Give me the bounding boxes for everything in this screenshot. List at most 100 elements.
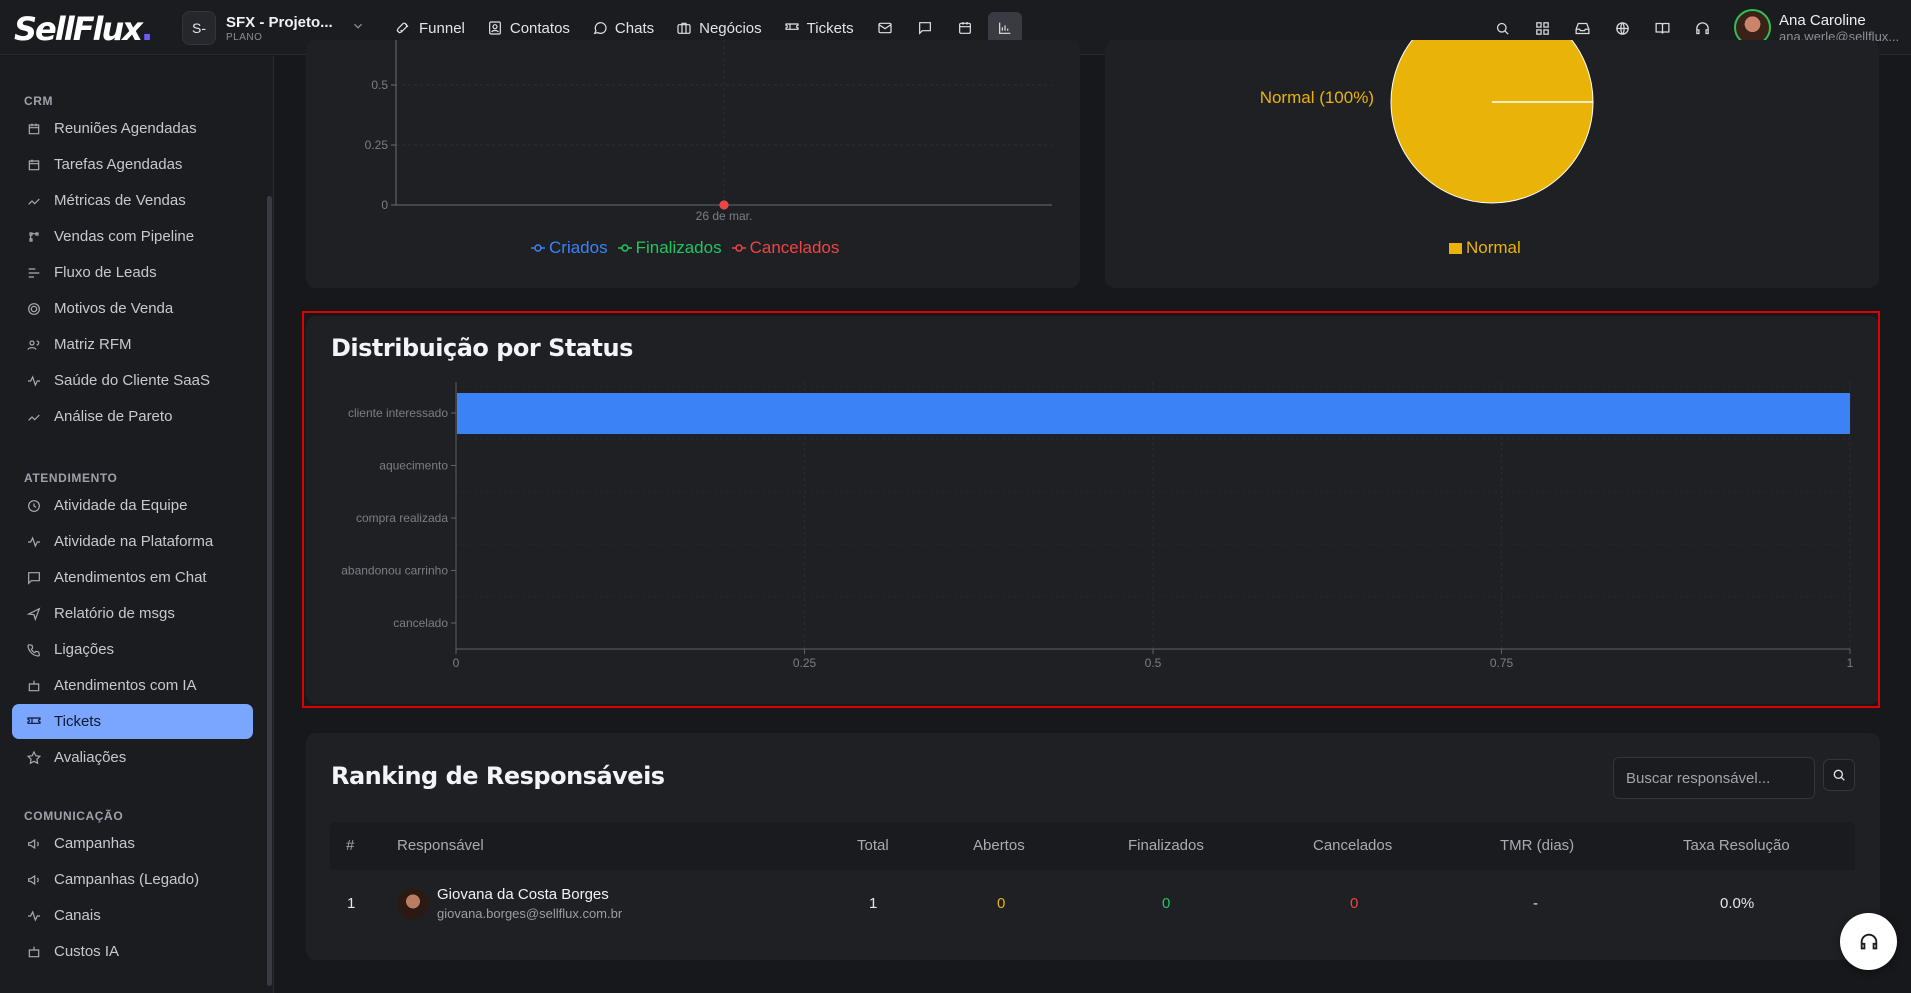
sidebar-item-icon — [26, 750, 42, 764]
sidebar-item-label: Tickets — [54, 713, 101, 730]
sidebar-item-icon — [28, 159, 40, 170]
pie-slice-label: Normal (100%) — [1260, 88, 1374, 107]
sidebar-item-campanhas[interactable]: Campanhas — [12, 826, 253, 861]
sidebar-item-icon — [28, 680, 40, 691]
tickets-timeline-card: 0 0.25 0.5 26 de mar. Criados Finalizados Can… — [306, 40, 1080, 288]
sidebar-item-tarefas-agendadas[interactable]: Tarefas Agendadas — [12, 147, 253, 182]
sidebar-item-matriz-rfm[interactable]: Matriz RFM — [12, 327, 253, 362]
avatar — [397, 888, 429, 920]
sidebar-item-motivos-de-venda[interactable]: Motivos de Venda — [12, 291, 253, 326]
sidebar-item-label: Atendimentos em Chat — [54, 569, 207, 586]
headset-icon — [1860, 933, 1877, 949]
sidebar-scrollbar-thumb[interactable] — [267, 196, 272, 986]
sidebar-item-icon — [26, 606, 41, 621]
sidebar-item-icon — [28, 267, 40, 278]
col-total: Total — [857, 837, 889, 854]
sidebar-item-avaliacoes[interactable]: Avaliações — [12, 740, 253, 775]
pie-slice-normal[interactable] — [1390, 40, 1594, 204]
sidebar-item-icon — [28, 374, 40, 387]
sidebar-item-label: Tarefas Agendadas — [54, 156, 183, 173]
line-chart-legend: Criados Finalizados Cancelados — [531, 238, 839, 258]
sidebar-item-ligacoes[interactable]: Ligações — [12, 632, 253, 667]
sidebar-item-icon — [28, 535, 40, 548]
sidebar-item-campanhas-legado[interactable]: Campanhas (Legado) — [12, 862, 253, 897]
sidebar-item-icon — [29, 231, 39, 242]
sidebar-item-label: Reuniões Agendadas — [54, 120, 197, 137]
calendar-icon — [958, 22, 971, 34]
col-tmr: TMR (dias) — [1500, 837, 1575, 854]
sidebar-item-atividade-na-plataforma[interactable]: Atividade na Plataforma — [12, 524, 253, 559]
message-square-icon — [918, 22, 931, 35]
col-finalizados: Finalizados — [1128, 837, 1204, 854]
sidebar-item-label: Campanhas — [54, 835, 135, 852]
sidebar-item-label: Campanhas (Legado) — [54, 871, 200, 888]
sidebar-item-metricas-de-vendas[interactable]: Métricas de Vendas — [12, 183, 253, 218]
legend-line-marker-icon — [731, 244, 746, 252]
sidebar-item-label: Métricas de Vendas — [54, 192, 186, 209]
logo[interactable]: SellFlux. — [14, 10, 153, 48]
sidebar-item-analise-de-pareto[interactable]: Análise de Pareto — [12, 399, 253, 434]
row-abertos: 0 — [997, 895, 1006, 912]
row-total: 1 — [869, 895, 878, 912]
sidebar-item-fluxo-de-leads[interactable]: Fluxo de Leads — [12, 255, 253, 290]
col-rank: # — [346, 837, 355, 854]
legend-line-marker-icon — [531, 244, 545, 252]
highlight-box — [302, 311, 1880, 708]
project-badge: S- — [182, 11, 216, 45]
sidebar-item-icon — [28, 198, 40, 205]
legend-item-cancelados[interactable]: Cancelados — [731, 238, 839, 258]
project-name: SFX - Projeto... — [226, 13, 333, 31]
briefcase-icon — [677, 22, 691, 34]
legend-item-finalizados[interactable]: Finalizados — [617, 238, 722, 258]
sidebar-item-vendas-com-pipeline[interactable]: Vendas com Pipeline — [12, 219, 253, 254]
legend-swatch — [1449, 242, 1462, 254]
sidebar-item-label: Análise de Pareto — [54, 408, 173, 425]
chevron-down-icon[interactable] — [351, 19, 365, 38]
legend-item-criados[interactable]: Criados — [531, 238, 608, 258]
sidebar-item-icon — [27, 643, 40, 657]
pie-legend-item[interactable]: Normal — [1449, 238, 1521, 258]
row-taxa: 0.0% — [1720, 895, 1755, 912]
sidebar: CRM Reuniões Agendadas Tarefas Agendadas Mé… — [0, 56, 274, 993]
ranking-title: Ranking de Responsáveis — [331, 762, 665, 790]
sidebar-section-crm: CRM — [24, 94, 54, 108]
sidebar-item-canais[interactable]: Canais — [12, 898, 253, 933]
sidebar-item-atendimentos-com-ia[interactable]: Atendimentos com IA — [12, 668, 253, 703]
row-rank: 1 — [347, 895, 356, 912]
sidebar-item-icon — [28, 123, 40, 134]
rocket-icon — [396, 22, 409, 34]
search-button[interactable] — [1823, 759, 1855, 791]
col-abertos: Abertos — [973, 837, 1025, 854]
bar-chart-icon — [998, 22, 1010, 34]
series-point-cancelados[interactable] — [719, 200, 729, 210]
mail-icon — [878, 22, 892, 34]
sidebar-item-label: Motivos de Venda — [54, 300, 174, 317]
sidebar-item-relatorio-de-msgs[interactable]: Relatório de msgs — [12, 596, 253, 631]
sidebar-item-custos-ia[interactable]: Custos IA — [12, 934, 253, 969]
row-cancelados: 0 — [1350, 895, 1359, 912]
sidebar-item-icon — [27, 339, 40, 350]
x-tick-label: 26 de mar. — [696, 209, 753, 223]
row-finalizados: 0 — [1162, 895, 1171, 912]
sidebar-item-icon — [28, 909, 40, 922]
sidebar-item-atendimentos-em-chat[interactable]: Atendimentos em Chat — [12, 560, 253, 595]
sidebar-item-label: Matriz RFM — [54, 336, 132, 353]
sidebar-item-label: Canais — [54, 907, 101, 924]
sidebar-item-tickets[interactable]: Tickets — [12, 704, 253, 739]
sidebar-section-comunicação: COMUNICAÇÃO — [24, 809, 124, 823]
contacts-icon — [488, 21, 501, 35]
sidebar-item-icon — [27, 716, 41, 724]
col-responsavel: Responsável — [397, 837, 484, 854]
sidebar-item-reunioes-agendadas[interactable]: Reuniões Agendadas — [12, 111, 253, 146]
y-tick-label: 0.25 — [365, 138, 389, 152]
col-taxa: Taxa Resolução — [1683, 837, 1790, 854]
legend-line-marker-icon — [617, 244, 632, 252]
support-chat-button[interactable] — [1840, 913, 1897, 970]
sidebar-item-atividade-da-equipe[interactable]: Atividade da Equipe — [12, 488, 253, 523]
sidebar-item-icon — [28, 874, 39, 885]
sidebar-item-saude-do-cliente-saas[interactable]: Saúde do Cliente SaaS — [12, 363, 253, 398]
sidebar-item-label: Saúde do Cliente SaaS — [54, 372, 210, 389]
search-responsavel-input[interactable] — [1613, 757, 1815, 799]
sidebar-item-label: Vendas com Pipeline — [54, 228, 195, 245]
sidebar-item-label: Custos IA — [54, 943, 120, 960]
